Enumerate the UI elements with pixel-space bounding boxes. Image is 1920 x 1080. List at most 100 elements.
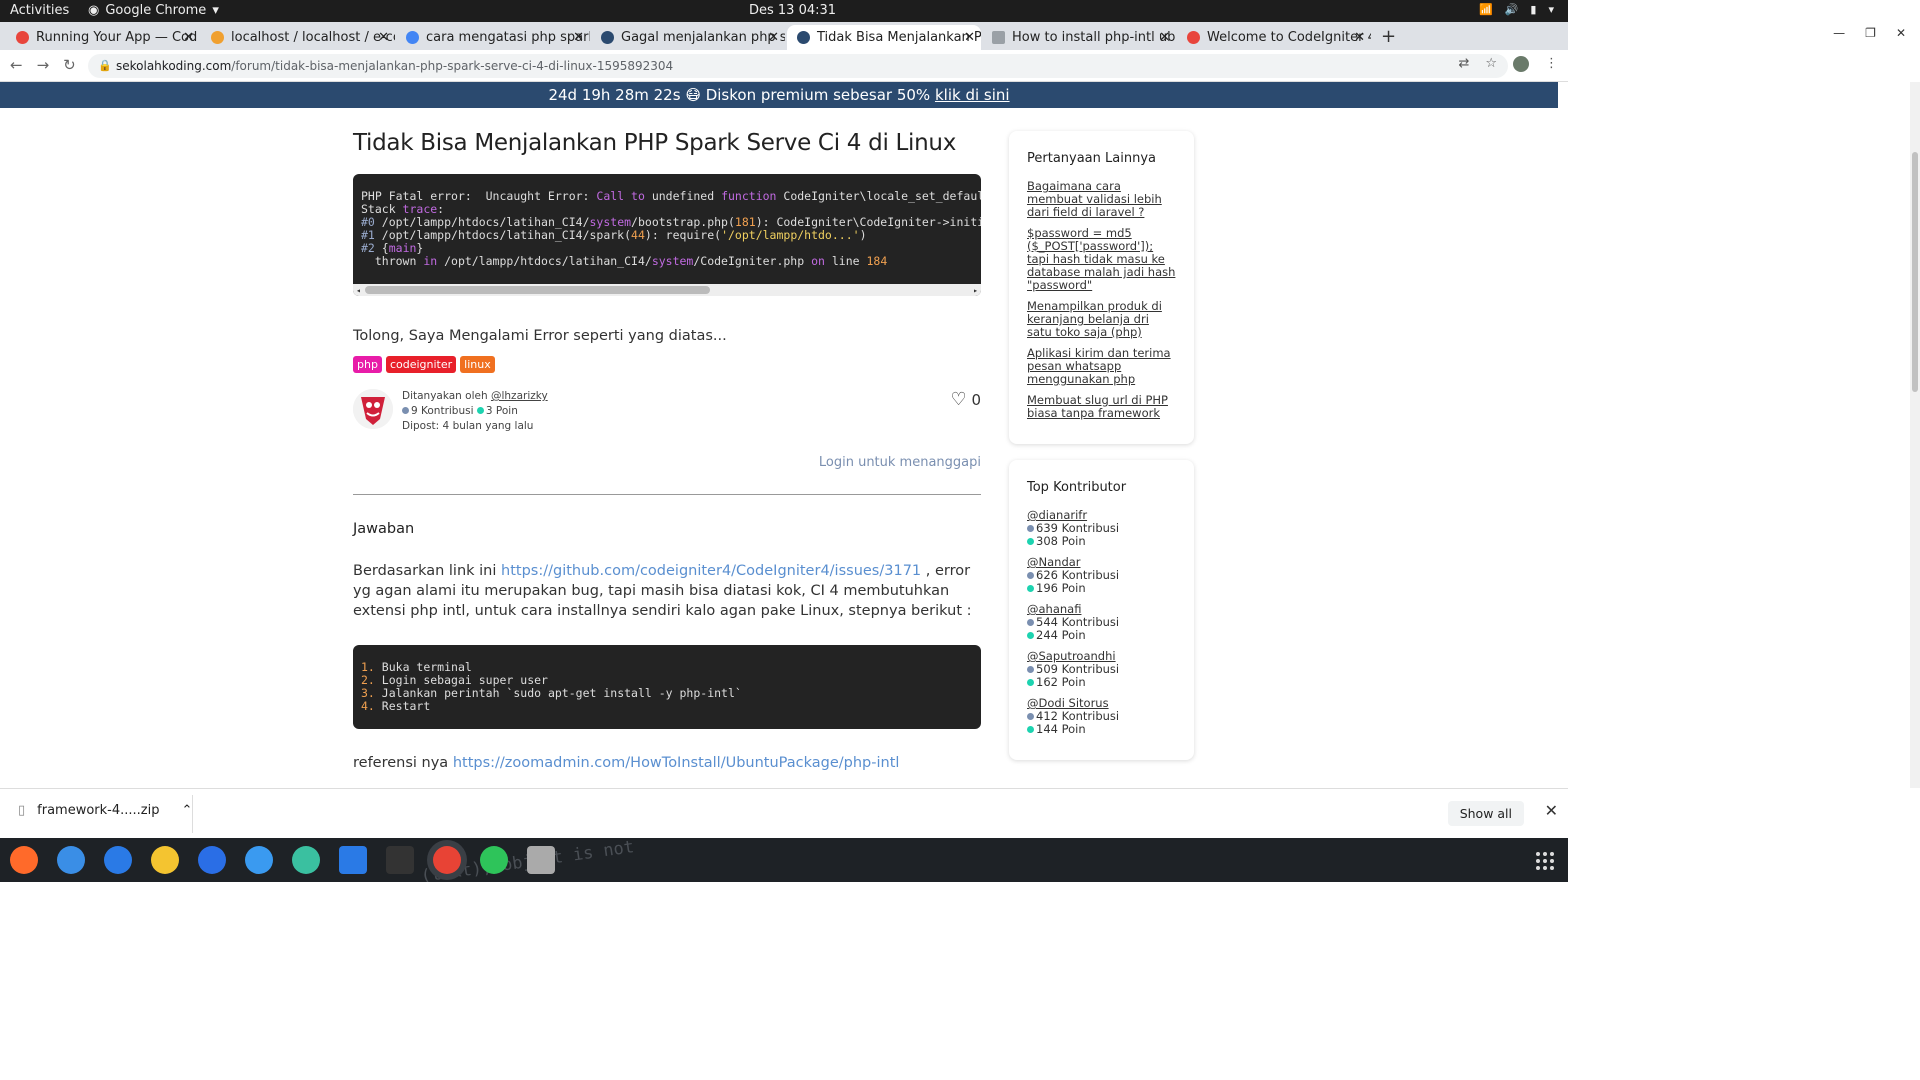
steps-code-block[interactable]: 1. Buka terminal 2. Login sebagai super … [353, 645, 981, 729]
tab-6[interactable]: Welcome to CodeIgniter 4 ✕ [1177, 25, 1371, 50]
favicon-icon [406, 31, 419, 44]
page-scrollbar[interactable] [1910, 82, 1920, 788]
scrollbar-thumb[interactable] [1912, 152, 1918, 392]
system-top-bar: Activities ◉ Google Chrome ▾ Des 13 04:31 … [0, 0, 1568, 22]
files-icon[interactable] [104, 846, 132, 874]
media-player-icon[interactable] [480, 846, 508, 874]
toolbar: ← → ↻ 🔒 sekolahkoding.com/forum/tidak-bisa-… [0, 50, 1568, 82]
translate-icon[interactable]: ⇄ [1458, 56, 1469, 72]
tab-2[interactable]: cara mengatasi php spark ✕ [396, 25, 590, 50]
taskbar-dock: (text); object is not [0, 838, 1568, 882]
other-question-link[interactable]: Bagaimana cara membuat validasi lebih da… [1027, 180, 1176, 219]
app-store-icon[interactable] [245, 846, 273, 874]
reference-link[interactable]: https://zoomadmin.com/HowToInstall/Ubunt… [453, 755, 900, 771]
activities-button[interactable]: Activities [10, 3, 69, 18]
app-grid-icon[interactable] [1536, 852, 1554, 870]
asker-poin: 3 Poin [485, 405, 518, 417]
volume-icon: 🔊 [1504, 3, 1519, 16]
close-icon[interactable]: ✕ [1545, 801, 1558, 820]
asker-username[interactable]: @lhzarizky [491, 390, 548, 402]
forward-icon[interactable]: → [37, 56, 50, 74]
close-icon[interactable]: ✕ [183, 25, 194, 50]
answer-text-start: Berdasarkan link ini [353, 563, 502, 579]
other-question-link[interactable]: $password = md5 ($_POST['password']); ta… [1027, 227, 1176, 292]
contributor-poin: 244 Poin [1036, 628, 1086, 642]
vscode-icon[interactable] [339, 846, 367, 874]
promo-link[interactable]: klik di sini [935, 86, 1010, 104]
window-controls: — ❐ ✕ [1833, 26, 1906, 40]
chevron-up-icon[interactable]: ⌃ [181, 803, 192, 818]
like-button[interactable]: ♡ 0 [951, 389, 981, 410]
favicon-icon [992, 31, 1005, 44]
music-icon[interactable] [151, 846, 179, 874]
star-icon[interactable]: ☆ [1485, 56, 1497, 72]
close-icon[interactable]: ✕ [1896, 26, 1906, 40]
close-icon[interactable]: ✕ [1159, 25, 1170, 50]
tab-1[interactable]: localhost / localhost / e-cc ✕ [201, 25, 395, 50]
terminal-icon[interactable] [386, 846, 414, 874]
asker-kontribusi: 9 Kontribusi [411, 405, 474, 417]
close-icon[interactable]: ✕ [378, 25, 389, 50]
other-question-link[interactable]: Membuat slug url di PHP biasa tanpa fram… [1027, 394, 1176, 420]
mail-icon[interactable] [57, 846, 85, 874]
tag-linux[interactable]: linux [460, 356, 495, 373]
minimize-icon[interactable]: — [1833, 26, 1845, 40]
tag-php[interactable]: php [353, 356, 382, 373]
close-icon[interactable]: ✕ [964, 25, 975, 50]
contributor-poin: 144 Poin [1036, 722, 1086, 736]
asked-by-label: Ditanyakan oleh [402, 390, 488, 402]
new-tab-button[interactable]: + [1381, 26, 1396, 47]
clock[interactable]: Des 13 04:31 [749, 3, 836, 18]
address-bar[interactable]: 🔒 sekolahkoding.com/forum/tidak-bisa-menj… [88, 54, 1508, 78]
other-question-link[interactable]: Menampilkan produk di keranjang belanja … [1027, 300, 1176, 339]
tab-3[interactable]: Gagal menjalankan php sp ✕ [591, 25, 785, 50]
app-name: Google Chrome [105, 3, 207, 18]
show-all-button[interactable]: Show all [1447, 801, 1524, 826]
reference-label: referensi nya [353, 755, 453, 771]
login-to-reply-link[interactable]: Login untuk menanggapi [353, 455, 981, 470]
close-icon[interactable]: ✕ [1354, 25, 1365, 50]
firefox-icon[interactable] [10, 846, 38, 874]
download-item[interactable]: ▯ framework-4.....zip ⌃ [18, 803, 192, 818]
drive-icon[interactable] [527, 846, 555, 874]
tab-4-active[interactable]: Tidak Bisa Menjalankan P ✕ [787, 25, 981, 50]
posted-time: Dipost: 4 bulan yang lalu [402, 420, 534, 432]
tab-0[interactable]: Running Your App — Cod ✕ [6, 25, 200, 50]
wifi-icon: 📶 [1479, 3, 1493, 16]
tag-codeigniter[interactable]: codeigniter [385, 356, 457, 373]
asker-info: Ditanyakan oleh @lhzarizky 9 Kontribusi … [353, 389, 981, 439]
promo-text: 24d 19h 28m 22s 😷 Diskon premium sebesar… [548, 86, 931, 104]
other-question-link[interactable]: Aplikasi kirim dan terima pesan whatsapp… [1027, 347, 1176, 386]
writer-icon[interactable] [198, 846, 226, 874]
step-2: Login sebagai super user [381, 673, 548, 687]
profile-avatar[interactable] [1513, 56, 1529, 72]
promo-banner: 24d 19h 28m 22s 😷 Diskon premium sebesar… [0, 82, 1558, 108]
back-icon[interactable]: ← [10, 56, 23, 74]
tab-label: cara mengatasi php spark [426, 30, 590, 45]
sidebar: Pertanyaan Lainnya Bagaimana cara membua… [1009, 131, 1194, 760]
tab-5[interactable]: How to install php-intl ub ✕ [982, 25, 1176, 50]
reload-icon[interactable]: ↻ [63, 56, 76, 74]
divider [353, 494, 981, 495]
heart-icon: ♡ [950, 389, 967, 410]
tab-label: localhost / localhost / e-cc [231, 30, 395, 45]
top-contributors-card: Top Kontributor @dianarifr 639 Kontribusi… [1009, 460, 1194, 760]
github-issue-link[interactable]: https://github.com/codeigniter4/CodeIgni… [501, 563, 921, 579]
contributor-item: @Nandar 626 Kontribusi 196 Poin [1027, 556, 1176, 595]
close-icon[interactable]: ✕ [573, 25, 584, 50]
system-tray[interactable]: 📶 🔊 ▮ ▾ [1479, 3, 1554, 16]
poin-dot-icon [476, 407, 484, 414]
menu-icon[interactable]: ⋮ [1545, 56, 1558, 72]
close-icon[interactable]: ✕ [768, 25, 779, 50]
restore-icon[interactable]: ❐ [1865, 26, 1876, 40]
error-code-block[interactable]: PHP Fatal error: Uncaught Error: Call to… [353, 174, 981, 296]
like-count: 0 [971, 391, 981, 409]
app-menu[interactable]: ◉ Google Chrome ▾ [88, 3, 219, 18]
code-horizontal-scrollbar[interactable]: ◂ ▸ [353, 284, 981, 296]
network-icon[interactable] [292, 846, 320, 874]
avatar[interactable] [353, 389, 393, 429]
battery-icon: ▮ [1530, 3, 1537, 16]
chrome-icon[interactable] [433, 846, 461, 874]
top-contributors-title: Top Kontributor [1027, 480, 1127, 495]
reference-line: referensi nya https://zoomadmin.com/HowT… [353, 753, 981, 773]
